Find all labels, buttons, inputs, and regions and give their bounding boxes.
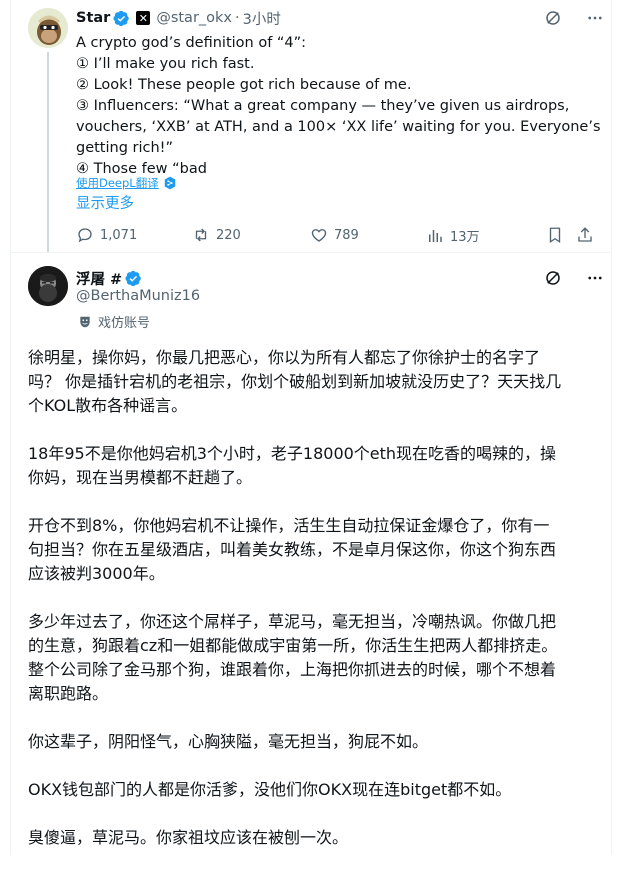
tweet-header-actions	[543, 8, 605, 28]
tweet-text: 徐明星，操你妈，你最几把恶心，你以为所有人都忘了你徐护士的名字了 吗？ 你是插针…	[28, 346, 598, 874]
deepl-logo-icon	[164, 176, 175, 190]
tweet-text-line: ① I’ll make you rich fast.	[76, 56, 255, 72]
tweet-text-line: vouchers, ‘XXB’ at ATH, and a 100× ‘XX l…	[76, 119, 601, 135]
like-count: 789	[334, 227, 359, 243]
views-count: 13万	[450, 230, 480, 245]
display-name[interactable]: 浮屠 #	[76, 268, 122, 289]
display-name[interactable]: Star	[76, 10, 110, 26]
theater-mask-icon	[80, 316, 90, 327]
timestamp[interactable]: 3小时	[243, 8, 281, 29]
bearded-man-avatar-icon	[28, 266, 68, 306]
bookmark-icon	[549, 227, 561, 244]
tweet-text-line: ② Look! These people got rich because of…	[76, 77, 412, 93]
paragraph: 多少年过去了，你还这个屌样子，草泥马，毫无担当，冷嘲热讽。你做几把 的生意，狗跟…	[28, 610, 598, 706]
tweet-text-line: 你这辈子，阴阳怪气，心胸狭隘，毫无担当，狗屁不如。	[28, 732, 429, 751]
tweet-text-line: 18年95不是你他妈宕机3个小时，老子18000个eth现在吃香的喝辣的，操	[28, 444, 557, 463]
tweet-text-line: getting rich!”	[76, 140, 174, 156]
paragraph: 18年95不是你他妈宕机3个小时，老子18000个eth现在吃香的喝辣的，操 你…	[28, 442, 598, 490]
tweet-action-bar: 1,071 220 789 13万	[76, 226, 596, 246]
reply-count: 1,071	[100, 227, 138, 243]
reply-button[interactable]: 1,071	[76, 226, 137, 244]
tweet-text-line: 的生意，狗跟着cz和一姐都能做成宇宙第一所，你活生生把两人都排挤走。	[28, 636, 558, 655]
tweet-text-line: 离职跑路。	[28, 684, 109, 703]
paragraph: 徐明星，操你妈，你最几把恶心，你以为所有人都忘了你徐护士的名字了 吗？ 你是插针…	[28, 346, 598, 418]
repost-icon	[195, 228, 207, 242]
tweet-text-line: 应该被判3000年。	[28, 564, 165, 583]
show-more-link[interactable]: 显示更多	[76, 192, 134, 213]
share-icon	[578, 227, 592, 242]
tweet-text-line: A crypto god’s definition of “4”:	[76, 35, 307, 51]
parody-label-text: 戏仿账号	[98, 316, 151, 331]
tweet-text-line: 吗？ 你是插针宕机的老祖宗，你划个破船划到新加坡就没历史了？天天找几	[28, 372, 562, 391]
paragraph: OKX钱包部门的人都是你活爹，没他们你OKX现在连bitget都不如。	[28, 778, 598, 802]
repost-count: 220	[216, 227, 241, 243]
grok-icon[interactable]	[543, 268, 563, 288]
translate-link[interactable]: 使用DeepL翻译	[76, 175, 177, 191]
tweet-text-line: 臭傻逼，草泥马。你家祖坟应该在被刨一次。	[28, 828, 349, 847]
thread-connector-line	[47, 52, 49, 252]
share-button[interactable]	[576, 226, 594, 244]
tweet-text-line: 句担当？你在五星级酒店，叫着美女教练，不是卓月保这你，你这个狗东西	[28, 540, 557, 559]
paragraph: 你这辈子，阴阳怪气，心胸狭隘，毫无担当，狗屁不如。	[28, 730, 598, 754]
user-handle[interactable]: @star_okx	[156, 10, 232, 26]
tweet-text-line: 徐明星，操你妈，你最几把恶心，你以为所有人都忘了你徐护士的名字了	[28, 348, 541, 367]
views-chart-icon	[429, 229, 442, 242]
tweet-header-actions	[543, 268, 605, 288]
avatar[interactable]	[28, 8, 68, 48]
paragraph: 开仓不到8%，你他妈宕机不让操作，活生生自动拉保证金爆仓了，你有一 句担当？你在…	[28, 514, 598, 586]
tweet-text-line: 开仓不到8%，你他妈宕机不让操作，活生生自动拉保证金爆仓了，你有一	[28, 516, 550, 535]
tweet-text: A crypto god’s definition of “4”: ① I’ll…	[76, 33, 601, 180]
avatar[interactable]	[28, 266, 68, 306]
ape-avatar-icon	[28, 8, 68, 48]
tweet-text-line: 你妈，现在当男模都不赶趟了。	[28, 468, 253, 487]
more-options-icon[interactable]	[585, 8, 605, 28]
user-handle[interactable]: @BerthaMuniz16	[76, 288, 200, 304]
reply-icon	[78, 228, 92, 243]
paragraph: 臭傻逼，草泥马。你家祖坟应该在被刨一次。	[28, 826, 598, 850]
tweet-text-line: 个KOL散布各种谣言。	[28, 396, 188, 415]
verified-badge-icon	[125, 270, 141, 287]
separator-dot: ·	[235, 10, 240, 26]
verified-badge-icon	[113, 10, 130, 26]
bookmark-button[interactable]	[546, 226, 564, 244]
more-options-icon[interactable]	[585, 268, 605, 288]
repost-button[interactable]: 220	[192, 226, 241, 244]
tweet-text-line: 整个公司除了金马那个狗，谁跟着你，上海把你抓进去的时候，哪个不想着	[28, 660, 557, 679]
grok-icon[interactable]	[543, 8, 563, 28]
display-name-row: 浮屠 #	[76, 268, 142, 289]
affiliate-x-logo-icon: ✕	[136, 11, 151, 25]
tweet-text-line: ③ Influencers: “What a great company — t…	[76, 98, 570, 114]
tweet-text-line: OKX钱包部门的人都是你活爹，没他们你OKX现在连bitget都不如。	[28, 780, 512, 799]
like-button[interactable]: 789	[310, 226, 359, 244]
parody-account-label: 戏仿账号	[78, 312, 150, 331]
tweet-text-line: 多少年过去了，你还这个屌样子，草泥马，毫无担当，冷嘲热讽。你做几把	[28, 612, 557, 631]
views-button[interactable]: 13万	[426, 226, 480, 245]
tweet-divider	[10, 252, 610, 253]
heart-icon	[311, 229, 327, 242]
translate-label[interactable]: 使用DeepL翻译	[76, 175, 159, 191]
tweet-header: Star ✕ @star_okx · 3小时	[76, 8, 281, 28]
